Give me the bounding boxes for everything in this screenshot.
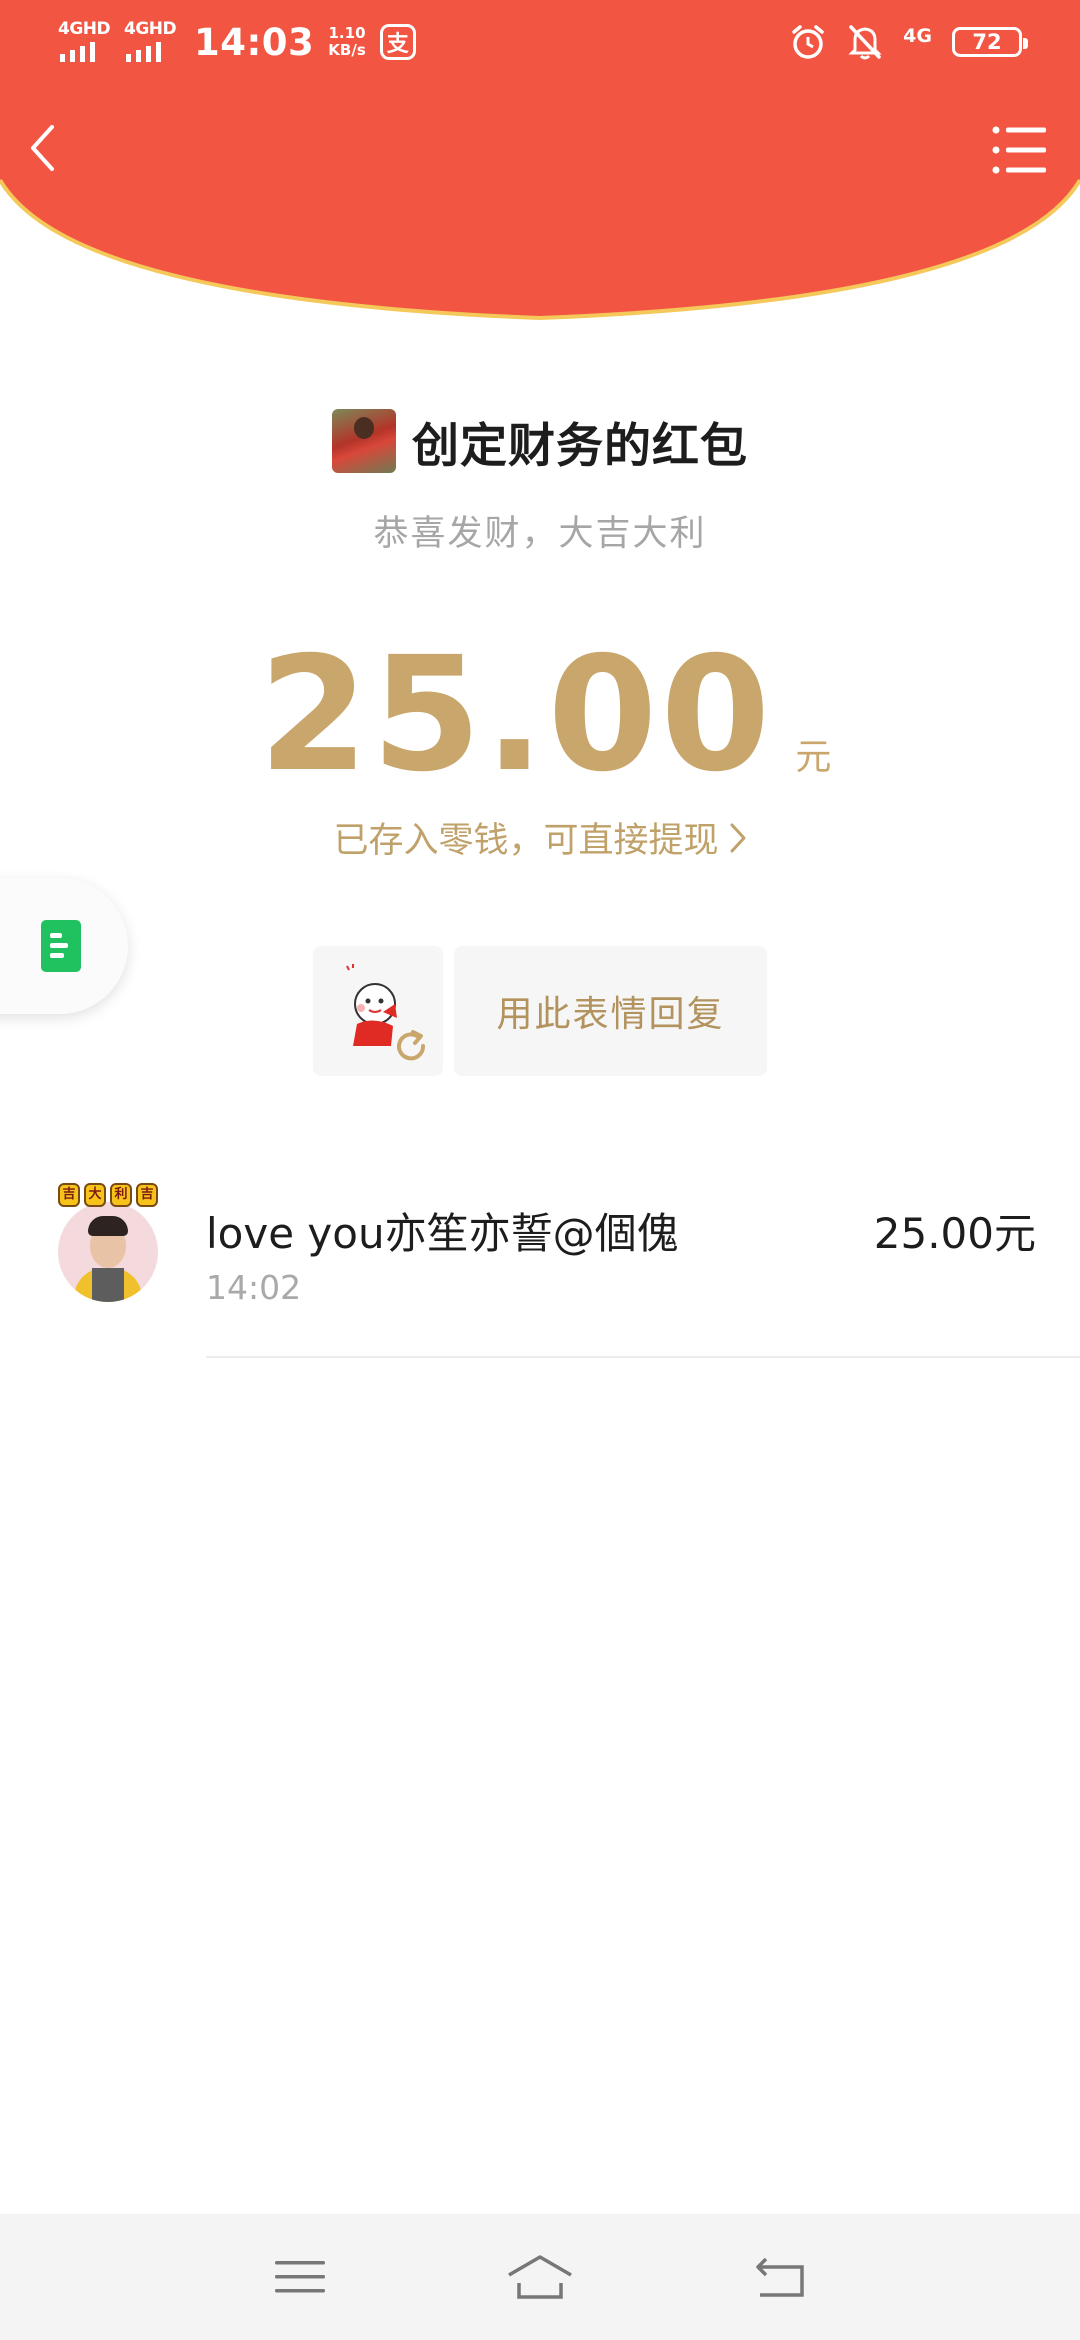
back-button[interactable] [18,118,66,178]
sim2-signal-icon: 4GHD [124,19,177,64]
packet-amount: 25.00 [258,623,774,807]
menu-icon [275,2261,325,2293]
claim-list-item[interactable]: 吉大利吉 love you亦笙亦誓@個傀 14:02 25.00元 [0,1180,1080,1356]
chevron-left-icon [31,125,54,171]
sim1-signal-icon: 4GHD [58,19,111,64]
reply-label: 用此表情回复 [496,994,725,1035]
amount-unit: 元 [795,737,832,778]
packet-greeting: 恭喜发财，大吉大利 [373,514,707,554]
more-menu-button[interactable] [990,122,1050,178]
refresh-icon [397,1030,426,1061]
claim-time: 14:02 [206,1268,302,1307]
alipay-glyph: 支 [386,32,409,57]
status-bar: 4GHD 4GHD 14:03 1.10 KB/s 支 4G 72 [0,0,1080,84]
home-button[interactable] [500,2247,580,2307]
recent-apps-button[interactable] [260,2247,340,2307]
claimer-name: love you亦笙亦誓@個傀 [206,1209,679,1258]
battery-level: 72 [972,30,1002,54]
back-nav-button[interactable] [740,2247,820,2307]
home-icon [508,2255,572,2299]
alarm-icon [789,23,827,61]
document-icon [41,920,81,972]
sender-row: 创定财务的红包 [0,405,1080,477]
sim1-network-label: 4GHD [58,19,111,39]
avatar-badge-decoration: 吉大利吉 [58,1183,158,1217]
packet-title: 创定财务的红包 [412,418,748,474]
reply-with-sticker-button[interactable]: 用此表情回复 [454,946,767,1076]
sender-avatar[interactable] [332,409,396,473]
saved-to-wallet-link[interactable]: 已存入零钱，可直接提现 [0,812,1080,863]
speed-value: 1.10 [328,24,366,42]
claim-amount: 25.00元 [873,1209,1036,1258]
amount-row: 25.00 元 [0,620,1080,807]
network-4g-label: 4G [903,25,932,47]
system-navigation-bar [0,2214,1080,2340]
return-icon [756,2257,804,2297]
battery-icon: 72 [952,27,1028,57]
mute-icon [847,23,883,61]
chevron-right-icon [730,823,745,852]
list-menu-icon [992,126,1046,174]
alipay-notification-icon: 支 [379,24,416,60]
list-divider [206,1356,1080,1358]
saved-text: 已存入零钱，可直接提现 [333,821,719,861]
status-time: 14:03 [194,20,315,64]
network-speed: 1.10 KB/s [328,25,365,59]
sim2-network-label: 4GHD [124,19,177,39]
speed-unit: KB/s [328,41,366,59]
sticker-button[interactable] [313,946,443,1076]
floating-side-tab[interactable] [0,878,128,1014]
claimer-avatar [58,1202,158,1302]
